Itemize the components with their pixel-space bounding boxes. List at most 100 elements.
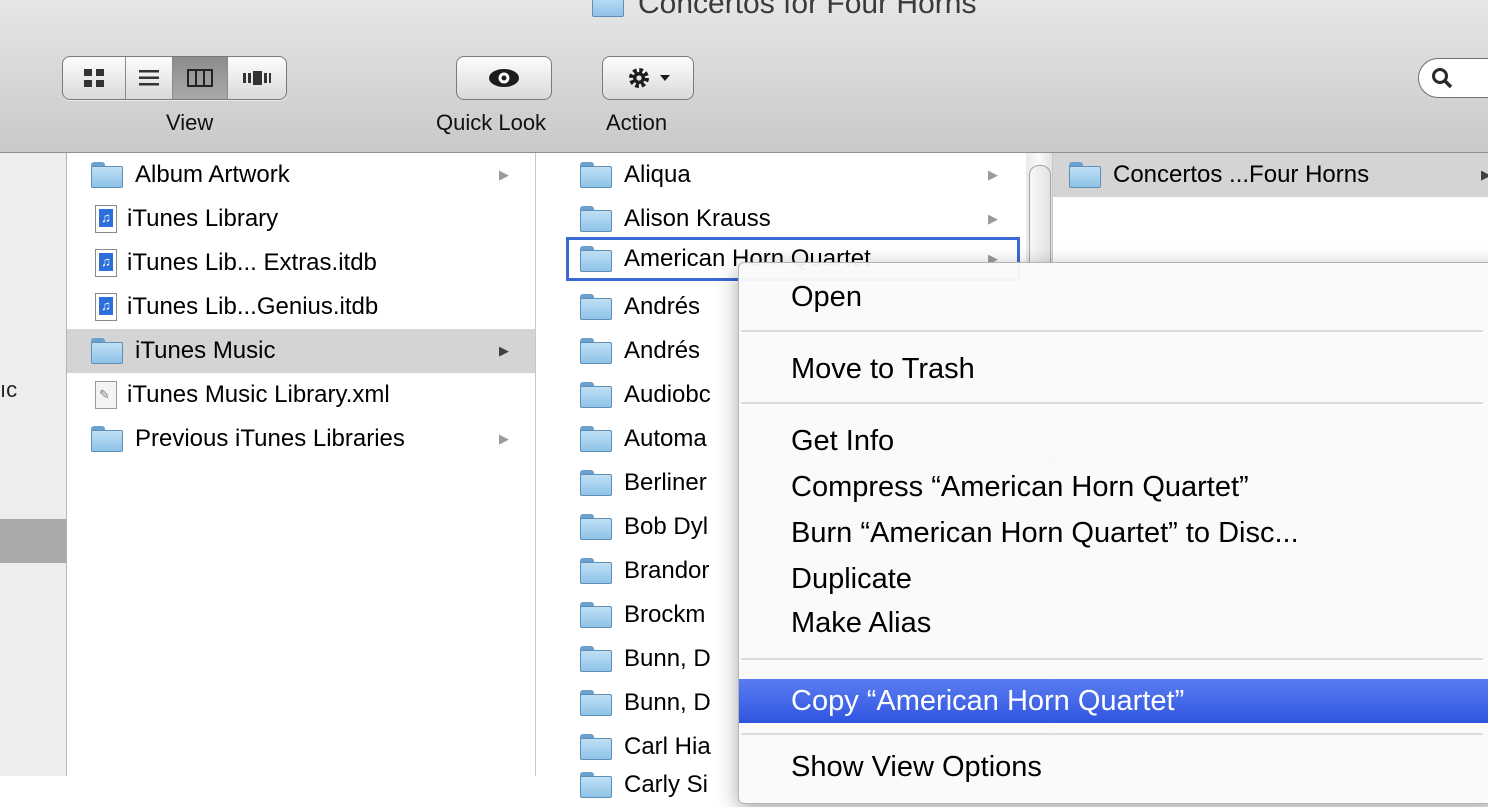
- itunes-doc-icon: ♫: [95, 205, 117, 233]
- action-menu-button[interactable]: [602, 56, 694, 100]
- item-label: Berliner: [624, 469, 707, 496]
- search-field[interactable]: [1418, 58, 1488, 98]
- view-mode-segmented-control: [62, 56, 287, 100]
- quick-look-button[interactable]: [456, 56, 552, 100]
- action-label: Action: [606, 110, 668, 135]
- item-label: Brandor: [624, 557, 710, 584]
- item-label: Brockm: [624, 601, 706, 628]
- window-title: Concertos for Four Horns: [592, 0, 976, 24]
- menu-item-move-to-trash[interactable]: Move to Trash: [739, 349, 1488, 389]
- toolbar: Concertos for Four Horns View Quick Look…: [0, 0, 1488, 153]
- folder-icon: [91, 338, 123, 364]
- eye-icon: [489, 69, 519, 87]
- list-item[interactable]: ♫ iTunes Lib...Genius.itdb: [67, 285, 535, 329]
- list-item[interactable]: ✎ iTunes Music Library.xml: [67, 373, 535, 417]
- folder-icon: [1069, 162, 1101, 188]
- sidebar-item-fragment[interactable]: ıc: [0, 377, 17, 403]
- menu-item-compress[interactable]: Compress “American Horn Quartet”: [739, 467, 1488, 507]
- item-label: Alison Krauss: [624, 205, 771, 232]
- itunes-doc-icon: ♫: [95, 293, 117, 321]
- item-label: iTunes Library: [127, 205, 279, 232]
- item-label: Album Artwork: [135, 161, 290, 188]
- disclosure-arrow-icon: ▶: [988, 167, 998, 182]
- menu-item-show-view-options[interactable]: Show View Options: [739, 747, 1488, 787]
- list-item[interactable]: ♫ iTunes Library: [67, 197, 535, 241]
- disclosure-arrow-icon: ▶: [499, 167, 509, 182]
- item-label: Aliqua: [624, 161, 691, 188]
- item-label: Carly Si: [624, 771, 709, 798]
- folder-icon: [580, 646, 612, 672]
- menu-separator: [741, 330, 1483, 332]
- disclosure-arrow-icon: ▶: [499, 343, 509, 358]
- folder-icon: [580, 294, 612, 320]
- list-item[interactable]: Album Artwork ▶: [67, 153, 535, 197]
- sidebar-selection: [0, 519, 66, 563]
- list-item[interactable]: Alison Krauss ▶: [536, 197, 1026, 241]
- context-menu: Open Move to Trash Get Info Compress “Am…: [738, 262, 1488, 804]
- folder-icon: [580, 246, 612, 272]
- item-label: Carl Hia: [624, 733, 711, 760]
- menu-item-make-alias[interactable]: Make Alias: [739, 603, 1488, 643]
- list-item-selected[interactable]: iTunes Music ▶: [67, 329, 535, 373]
- view-label: View: [166, 110, 214, 135]
- item-label: Bob Dyl: [624, 513, 709, 540]
- icon-view-icon: [84, 69, 104, 87]
- item-label: iTunes Music Library.xml: [127, 381, 390, 408]
- folder-icon: [580, 734, 612, 760]
- disclosure-arrow-icon: ▶: [499, 431, 509, 446]
- list-item-selected[interactable]: Concertos ...Four Horns ▶: [1053, 153, 1488, 197]
- item-label: Bunn, D: [624, 689, 711, 716]
- search-icon: [1432, 68, 1453, 89]
- folder-icon: [580, 602, 612, 628]
- menu-separator: [741, 733, 1483, 735]
- itunes-doc-icon: ♫: [95, 249, 117, 277]
- item-label: Andrés: [624, 293, 701, 320]
- folder-icon: [580, 514, 612, 540]
- item-label: Previous iTunes Libraries: [135, 425, 405, 452]
- item-label: iTunes Music: [135, 337, 276, 364]
- list-item[interactable]: Previous iTunes Libraries ▶: [67, 417, 535, 461]
- folder-icon: [580, 470, 612, 496]
- folder-icon: [580, 206, 612, 232]
- menu-separator: [741, 402, 1483, 404]
- menu-item-duplicate[interactable]: Duplicate: [739, 559, 1488, 599]
- folder-icon: [580, 382, 612, 408]
- folder-icon: [580, 426, 612, 452]
- window-title-text: Concertos for Four Horns: [638, 0, 977, 20]
- folder-icon: [580, 690, 612, 716]
- folder-icon: [580, 338, 612, 364]
- column-view-button[interactable]: [173, 57, 228, 99]
- item-label: Concertos ...Four Horns: [1113, 161, 1370, 188]
- menu-item-burn-to-disc[interactable]: Burn “American Horn Quartet” to Disc...: [739, 513, 1488, 553]
- item-label: Audiobc: [624, 381, 711, 408]
- folder-icon: [91, 162, 123, 188]
- menu-item-open[interactable]: Open: [739, 277, 1488, 317]
- menu-item-copy[interactable]: Copy “American Horn Quartet”: [739, 679, 1488, 723]
- chevron-down-icon: [660, 75, 670, 81]
- folder-icon: [580, 162, 612, 188]
- list-item[interactable]: ♫ iTunes Lib... Extras.itdb: [67, 241, 535, 285]
- item-label: Bunn, D: [624, 645, 711, 672]
- xml-doc-icon: ✎: [95, 381, 117, 409]
- folder-icon: [592, 0, 628, 17]
- coverflow-view-button[interactable]: [228, 57, 286, 99]
- quick-look-label: Quick Look: [436, 110, 547, 135]
- list-item[interactable]: Aliqua ▶: [536, 153, 1026, 197]
- sidebar: ıc: [0, 153, 67, 776]
- gear-icon: [629, 68, 649, 88]
- list-view-button[interactable]: [126, 57, 173, 99]
- list-view-icon: [139, 70, 159, 86]
- item-label: iTunes Lib... Extras.itdb: [127, 249, 377, 276]
- item-label: Automa: [624, 425, 707, 452]
- column-view-icon: [187, 69, 213, 87]
- coverflow-view-icon: [243, 71, 271, 85]
- disclosure-arrow-icon: ▶: [988, 211, 998, 226]
- menu-item-get-info[interactable]: Get Info: [739, 421, 1488, 461]
- icon-view-button[interactable]: [63, 57, 126, 99]
- menu-separator: [741, 658, 1483, 660]
- browser-column-1: Album Artwork ▶ ♫ iTunes Library ♫ iTune…: [67, 153, 536, 776]
- folder-icon: [91, 426, 123, 452]
- disclosure-arrow-icon: ▶: [1481, 167, 1488, 182]
- item-label: iTunes Lib...Genius.itdb: [127, 293, 379, 320]
- folder-icon: [580, 558, 612, 584]
